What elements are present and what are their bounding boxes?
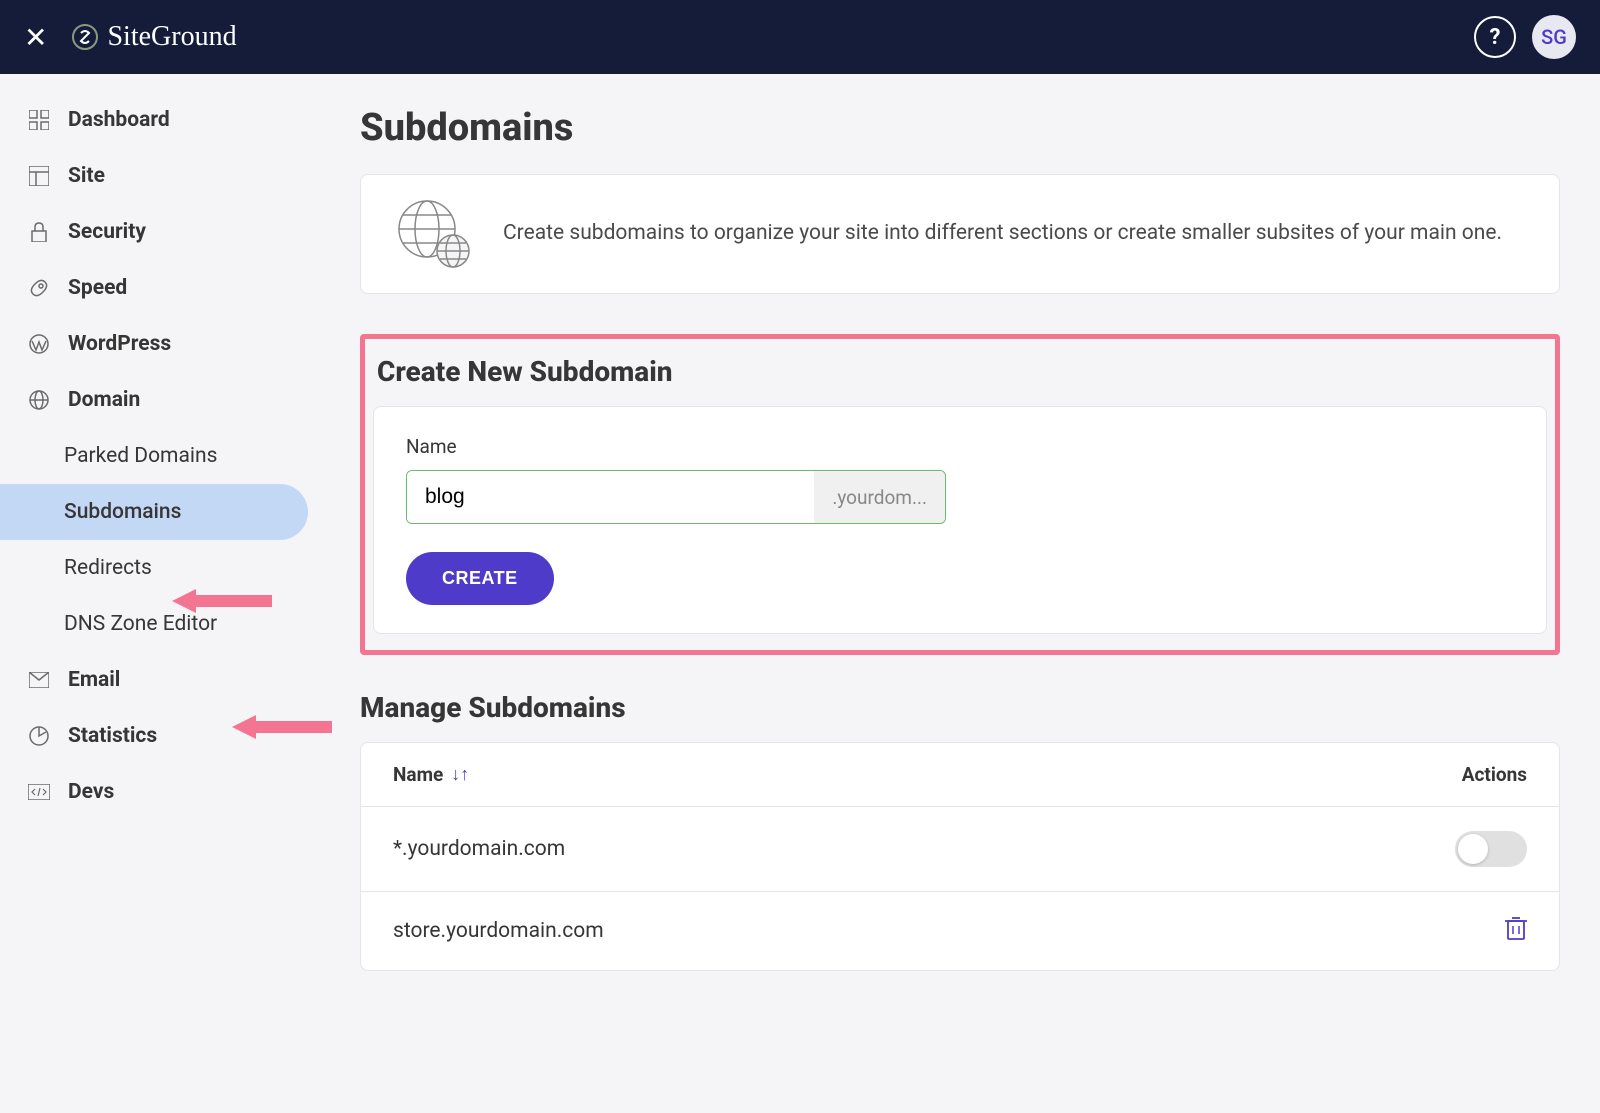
globe-icon [28, 389, 50, 411]
brand-logo[interactable]: SiteGround [71, 21, 236, 53]
create-section-highlight: Create New Subdomain Name .yourdom... CR… [360, 334, 1560, 655]
create-form-card: Name .yourdom... CREATE [373, 406, 1547, 634]
subdomain-name-input[interactable] [407, 471, 814, 523]
intro-text: Create subdomains to organize your site … [503, 218, 1502, 250]
sort-icon: ↓↑ [451, 764, 469, 785]
toggle-switch[interactable] [1455, 831, 1527, 867]
sidebar-item-devs[interactable]: Devs [0, 764, 320, 820]
sidebar-item-security[interactable]: Security [0, 204, 320, 260]
close-icon[interactable]: ✕ [24, 21, 47, 54]
sidebar-subitem-redirects[interactable]: Redirects [0, 540, 320, 596]
site-icon [28, 165, 50, 187]
create-heading: Create New Subdomain [377, 355, 1547, 388]
manage-table: Name ↓↑ Actions *.yourdomain.com store.y… [360, 742, 1560, 971]
sidebar-item-label: Email [68, 668, 120, 692]
sidebar-item-label: Site [68, 164, 105, 188]
header-left: ✕ SiteGround [24, 21, 237, 54]
sidebar-item-label: Domain [68, 388, 140, 412]
sidebar-item-domain[interactable]: Domain [0, 372, 320, 428]
sidebar: Dashboard Site Security Speed WordPress [0, 74, 320, 1113]
subdomain-input-group: .yourdom... [406, 470, 946, 524]
sidebar-subitem-parked-domains[interactable]: Parked Domains [0, 428, 320, 484]
arrow-annotation-icon [232, 712, 332, 742]
sidebar-item-speed[interactable]: Speed [0, 260, 320, 316]
code-icon [28, 781, 50, 803]
sidebar-subitem-subdomains[interactable]: Subdomains [0, 484, 308, 540]
help-button[interactable]: ? [1474, 16, 1516, 58]
logo-icon [71, 23, 99, 51]
sidebar-item-dashboard[interactable]: Dashboard [0, 92, 320, 148]
avatar[interactable]: SG [1532, 15, 1576, 59]
wordpress-icon [28, 333, 50, 355]
sidebar-item-label: Statistics [68, 724, 157, 748]
app-header: ✕ SiteGround ? SG [0, 0, 1600, 74]
sidebar-item-label: Devs [68, 780, 114, 804]
dashboard-icon [28, 109, 50, 131]
sidebar-item-label: Subdomains [64, 500, 181, 524]
lock-icon [28, 221, 50, 243]
subdomain-name-cell: store.yourdomain.com [393, 919, 604, 943]
trash-icon[interactable] [1505, 916, 1527, 946]
rocket-icon [28, 277, 50, 299]
create-button[interactable]: CREATE [406, 552, 554, 605]
brand-text: SiteGround [107, 21, 236, 53]
table-row: *.yourdomain.com [361, 807, 1559, 892]
sidebar-item-label: Parked Domains [64, 444, 217, 468]
table-header: Name ↓↑ Actions [361, 743, 1559, 807]
header-right: ? SG [1474, 15, 1576, 59]
sidebar-item-label: Redirects [64, 556, 152, 580]
sidebar-item-label: Security [68, 220, 146, 244]
name-label: Name [406, 435, 1514, 458]
main-content: Subdomains Create subdomains to organize… [320, 74, 1600, 1113]
sidebar-item-label: Dashboard [68, 108, 170, 132]
sidebar-item-site[interactable]: Site [0, 148, 320, 204]
column-header-actions: Actions [1462, 763, 1527, 786]
toggle-knob [1458, 834, 1488, 864]
sidebar-item-label: WordPress [68, 332, 171, 356]
email-icon [28, 669, 50, 691]
pie-chart-icon [28, 725, 50, 747]
sidebar-item-wordpress[interactable]: WordPress [0, 316, 320, 372]
domain-suffix: .yourdom... [814, 471, 945, 523]
table-row: store.yourdomain.com [361, 892, 1559, 970]
sidebar-subitem-dns-zone-editor[interactable]: DNS Zone Editor [0, 596, 320, 652]
subdomain-name-cell: *.yourdomain.com [393, 837, 565, 861]
sidebar-item-label: Speed [68, 276, 127, 300]
intro-card: Create subdomains to organize your site … [360, 174, 1560, 294]
subdomain-illustration-icon [397, 199, 471, 269]
manage-heading: Manage Subdomains [360, 691, 1560, 724]
sidebar-item-email[interactable]: Email [0, 652, 320, 708]
page-title: Subdomains [360, 106, 1560, 150]
arrow-annotation-icon [172, 586, 272, 616]
column-header-name[interactable]: Name ↓↑ [393, 763, 469, 786]
